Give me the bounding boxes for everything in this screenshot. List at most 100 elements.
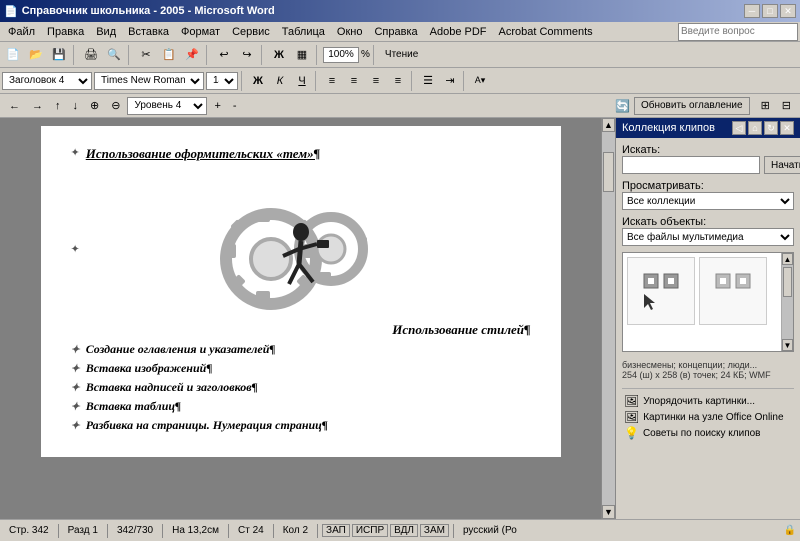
extra-btn-2[interactable]: ⊟ [777,97,796,115]
toolbar-sep-4 [261,45,265,65]
fmt-sep-3 [411,71,415,91]
menu-table[interactable]: Таблица [276,24,331,40]
columns-button[interactable]: ▦ [291,45,313,65]
results-scroll-up[interactable]: ▲ [782,253,793,265]
clip-search-input[interactable] [622,156,760,174]
ask-input[interactable] [678,23,798,41]
outline-right[interactable]: → [27,97,48,115]
toolbar-sep-1 [73,45,77,65]
bold-button[interactable]: Ж [248,72,268,90]
menu-format[interactable]: Формат [175,24,226,40]
status-sep-3 [228,524,229,538]
clip-action-0[interactable]: 🖼 Упорядочить картинки... [622,393,794,409]
formatting-toolbar: Заголовок 4 Times New Roman 14 Ж К Ч ≡ ≡… [0,68,800,94]
status-section: Разд 1 [63,524,103,537]
outline-up[interactable]: ↑ [50,97,66,115]
save-button[interactable]: 💾 [48,45,70,65]
scroll-thumb[interactable] [603,152,614,192]
new-button[interactable]: 📄 [2,45,24,65]
redo-button[interactable]: ↪ [236,45,258,65]
size-select[interactable]: 14 [206,72,238,90]
close-button[interactable]: ✕ [780,4,796,18]
align-left[interactable]: ≡ [322,72,342,90]
menu-help[interactable]: Справка [368,24,423,40]
underline-button[interactable]: Ч [292,72,312,90]
thumb-svg-1 [636,266,686,316]
bold-tb[interactable]: Ж [268,45,290,65]
status-line: Ст 24 [233,524,269,537]
search-row: Начать [622,156,794,174]
copy-button[interactable]: 📋 [158,45,180,65]
outline-demote[interactable]: ⊖ [106,97,125,115]
extra-btn-1[interactable]: ⊞ [756,97,775,115]
list-button[interactable]: ☰ [418,72,438,90]
clip-body: Искать: Начать Просматривать: Все коллек… [616,138,800,519]
results-scroll-down[interactable]: ▼ [782,339,793,351]
menu-edit[interactable]: Правка [41,24,90,40]
update-icon: 🔄 [615,99,630,113]
outline-collapse[interactable]: - [228,97,242,115]
menu-tools[interactable]: Сервис [226,24,276,40]
clip-start-button[interactable]: Начать [764,156,800,174]
minimize-button[interactable]: ─ [744,4,760,18]
clip-refresh-btn[interactable]: ↻ [764,121,778,135]
clip-title-controls: ◁ ⌂ ↻ ✕ [732,121,794,135]
status-sep-1 [107,524,108,538]
objects-select[interactable]: Все файлы мультимедиа [622,228,794,246]
browse-select[interactable]: Все коллекции [622,192,794,210]
reading-button[interactable]: Чтение [380,45,423,65]
indent-button[interactable]: ⇥ [440,72,460,90]
open-button[interactable]: 📂 [25,45,47,65]
preview-button[interactable]: 🔍 [103,45,125,65]
align-right[interactable]: ≡ [366,72,386,90]
outline-left[interactable]: ← [4,97,25,115]
undo-button[interactable]: ↩ [213,45,235,65]
cross-2: ✦ [71,381,80,394]
maximize-button[interactable]: □ [762,4,778,18]
menu-acrobat[interactable]: Acrobat Comments [493,24,599,40]
paste-button[interactable]: 📌 [181,45,203,65]
scroll-up-btn[interactable]: ▲ [602,118,615,132]
results-scrollbar[interactable]: ▲ ▼ [781,253,793,351]
update-toc-button[interactable]: Обновить оглавление [634,97,750,115]
clip-action-icon-1: 🖼 [624,410,639,424]
search-section: Искать: Начать [622,144,794,174]
clip-thumb-1[interactable] [627,257,695,325]
status-zam: ЗАМ [420,524,449,537]
clip-thumb-2[interactable] [699,257,767,325]
clip-action-1[interactable]: 🖼 Картинки на узле Office Online [622,409,794,425]
menu-insert[interactable]: Вставка [122,24,175,40]
menu-view[interactable]: Вид [90,24,122,40]
outline-down[interactable]: ↓ [68,97,84,115]
menu-adobe[interactable]: Adobe PDF [424,24,493,40]
zoom-input[interactable] [323,47,359,63]
status-page: Стр. 342 [4,524,54,537]
clip-action-2[interactable]: 💡 Советы по поиску клипов [622,425,794,441]
menu-bar: Файл Правка Вид Вставка Формат Сервис Та… [0,22,800,42]
results-scroll-thumb[interactable] [783,267,792,297]
level-select[interactable]: Уровень 4 [127,97,207,115]
list-item-2: ✦ Вставка надписей и заголовков¶ [71,380,531,395]
print-button[interactable]: 🖨 [80,45,102,65]
align-center[interactable]: ≡ [344,72,364,90]
font-select[interactable]: Times New Roman [94,72,204,90]
clip-back-btn[interactable]: ◁ [732,121,746,135]
heading-row: ✦ Использование оформительских «тем»¶ [71,146,531,174]
doc-vertical-scrollbar[interactable]: ▲ ▼ [601,118,615,519]
outline-expand[interactable]: + [209,97,225,115]
style-select[interactable]: Заголовок 4 [2,72,92,90]
clip-home-btn[interactable]: ⌂ [748,121,762,135]
cross-1: ✦ [71,362,80,375]
status-col: Кол 2 [278,524,313,537]
cut-button[interactable]: ✂ [135,45,157,65]
italic-button[interactable]: К [270,72,290,90]
align-justify[interactable]: ≡ [388,72,408,90]
menu-window[interactable]: Окно [331,24,369,40]
scroll-down-btn[interactable]: ▼ [602,505,615,519]
status-sep-2 [162,524,163,538]
scroll-track[interactable] [602,132,615,505]
clip-close-btn[interactable]: ✕ [780,121,794,135]
menu-file[interactable]: Файл [2,24,41,40]
color-button[interactable]: A▾ [470,72,490,90]
outline-promote[interactable]: ⊕ [85,97,104,115]
